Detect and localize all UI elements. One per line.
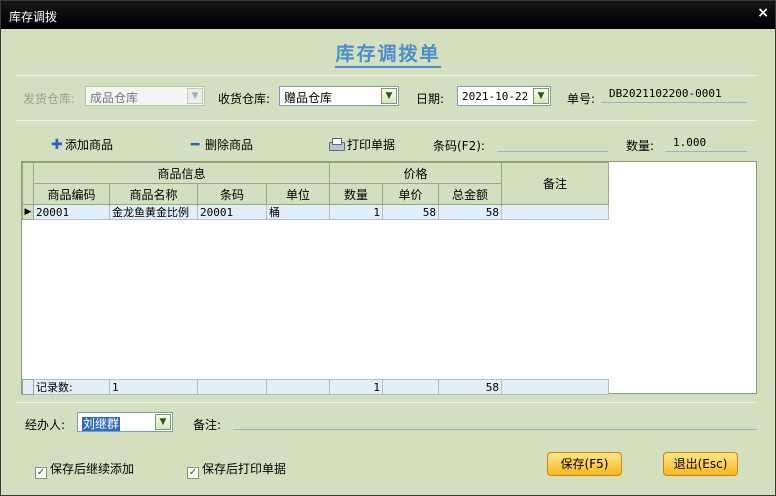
- note-input[interactable]: [233, 412, 757, 430]
- continue-add-checkbox[interactable]: ✓ 保存后继续添加: [35, 460, 134, 479]
- from-warehouse-select[interactable]: 成品仓库 ▼: [85, 86, 205, 106]
- barcode-label: 条码(F2):: [433, 139, 485, 153]
- record-count-value: 1: [109, 379, 198, 395]
- summary-total: 58: [438, 379, 502, 395]
- page-title: 库存调拨单: [1, 39, 775, 68]
- check-icon: ✓: [187, 467, 199, 479]
- cell-code[interactable]: 20001: [33, 204, 110, 220]
- summary-cell-unit: [266, 379, 330, 395]
- cell-total[interactable]: 58: [438, 204, 502, 220]
- summary-cell-price: [382, 379, 439, 395]
- chevron-down-icon: ▼: [187, 88, 203, 104]
- column-header-price[interactable]: 单价: [382, 183, 439, 205]
- delete-product-button[interactable]: ━ 删除商品: [191, 136, 253, 153]
- divider-top: [15, 75, 757, 76]
- column-header-qty[interactable]: 数量: [329, 183, 383, 205]
- product-grid[interactable]: 商品信息 价格 备注 商品编码 商品名称 条码 单位 数量 单价 总金额 ▶ 2…: [21, 161, 757, 395]
- chevron-down-icon: ▼: [155, 414, 171, 430]
- plus-icon: ✚: [51, 137, 63, 153]
- column-header-total[interactable]: 总金额: [438, 183, 502, 205]
- check-icon: ✓: [35, 467, 47, 479]
- column-header-note[interactable]: 备注: [501, 162, 609, 205]
- record-count-label: 记录数:: [33, 379, 110, 395]
- summary-cell-note: [501, 379, 609, 395]
- minus-icon: ━: [191, 137, 200, 153]
- product-table: 商品信息 价格 备注 商品编码 商品名称 条码 单位 数量 单价 总金额 ▶ 2…: [22, 162, 609, 220]
- quantity-input[interactable]: 1.000: [665, 134, 747, 152]
- row-pointer-icon: ▶: [22, 204, 34, 220]
- cell-unit[interactable]: 桶: [266, 204, 330, 220]
- summary-qty: 1: [329, 379, 383, 395]
- date-label: 日期:: [416, 92, 445, 106]
- handler-select[interactable]: 刘继群 ▼: [77, 412, 173, 432]
- group-header-product-info: 商品信息: [33, 162, 330, 184]
- cell-barcode[interactable]: 20001: [197, 204, 267, 220]
- barcode-input[interactable]: [497, 134, 608, 152]
- summary-row: 记录数: 1 1 58: [22, 379, 609, 395]
- chevron-down-icon: ▼: [381, 88, 397, 104]
- cell-note[interactable]: [501, 204, 609, 220]
- note-label: 备注:: [193, 418, 222, 432]
- window-title: 库存调拨: [9, 10, 58, 24]
- print-button[interactable]: 打印单据: [328, 136, 395, 153]
- cell-name[interactable]: 金龙鱼黄金比例: [109, 204, 198, 220]
- group-header-price: 价格: [329, 162, 502, 184]
- summary-cell-barcode: [197, 379, 267, 395]
- close-icon[interactable]: ×: [757, 5, 769, 21]
- order-no-label: 单号:: [567, 92, 596, 106]
- to-warehouse-label: 收货仓库:: [218, 92, 271, 106]
- from-warehouse-label: 发货仓库:: [23, 92, 76, 106]
- printer-icon: [328, 138, 345, 151]
- to-warehouse-select[interactable]: 赠品仓库 ▼: [279, 86, 399, 106]
- quantity-label: 数量:: [626, 139, 655, 153]
- print-after-save-checkbox[interactable]: ✓ 保存后打印单据: [187, 460, 286, 479]
- column-header-unit[interactable]: 单位: [266, 183, 330, 205]
- add-product-button[interactable]: ✚ 添加商品: [51, 136, 113, 153]
- column-header-code[interactable]: 商品编码: [33, 183, 110, 205]
- cell-qty[interactable]: 1: [329, 204, 383, 220]
- divider-bottom: [15, 402, 757, 403]
- date-picker[interactable]: 2021-10-22 ▼: [457, 86, 551, 106]
- column-header-name[interactable]: 商品名称: [109, 183, 198, 205]
- title-bar: 库存调拨 ×: [1, 1, 775, 29]
- exit-button[interactable]: 退出(Esc): [663, 452, 738, 476]
- save-button[interactable]: 保存(F5): [547, 452, 622, 476]
- transfer-window: 库存调拨 × 库存调拨单 发货仓库: 成品仓库 ▼ 收货仓库: 赠品仓库 ▼ 日…: [0, 0, 776, 496]
- divider-mid: [15, 120, 757, 121]
- table-row[interactable]: ▶ 20001 金龙鱼黄金比例 20001 桶 1 58 58: [22, 204, 609, 220]
- cell-price[interactable]: 58: [382, 204, 439, 220]
- handler-label: 经办人:: [25, 418, 66, 432]
- column-header-barcode[interactable]: 条码: [197, 183, 267, 205]
- row-header-corner: [22, 162, 34, 205]
- chevron-down-icon: ▼: [533, 88, 549, 104]
- summary-row-header: [22, 379, 34, 395]
- order-no-field[interactable]: DB2021102200-0001: [601, 85, 747, 103]
